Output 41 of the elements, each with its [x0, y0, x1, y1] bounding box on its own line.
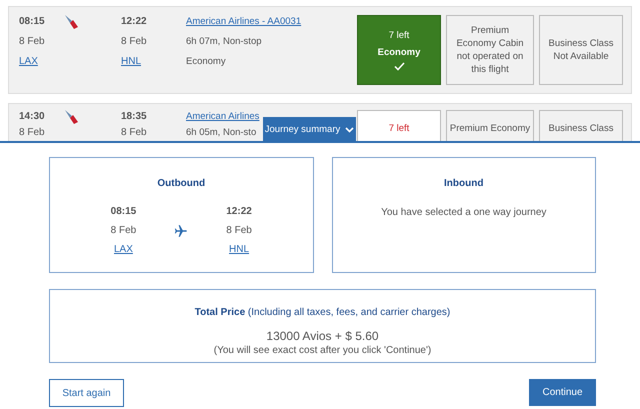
journey-summary-tab[interactable]: Journey summary: [263, 117, 356, 143]
departure-date: 8 Feb: [19, 126, 45, 139]
flight-link[interactable]: American Airlines: [186, 110, 260, 123]
departure-date: 8 Feb: [110, 224, 136, 237]
airport-link[interactable]: HNL: [229, 243, 250, 256]
unavailable-fare: Business Class Not Available: [539, 15, 623, 85]
price-amount: 13000 Avios + $ 5.60: [266, 329, 379, 343]
airport-link[interactable]: LAX: [19, 55, 38, 68]
check-icon: [394, 62, 404, 71]
continue-button[interactable]: Continue: [529, 379, 596, 406]
airport-link[interactable]: LAX: [114, 243, 133, 256]
flight-link[interactable]: American Airlines - AA0031: [186, 15, 302, 28]
flight-duration: 6h 05m, Non-sto: [186, 126, 256, 139]
arrival-time: 18:35: [121, 110, 147, 123]
unavailable-fare: Premium Economy Cabin not operated on this flight: [446, 15, 534, 85]
flight-duration: 6h 07m, Non-stop: [186, 35, 262, 48]
arrival-date: 8 Feb: [121, 35, 147, 48]
fare-option[interactable]: 7 left Economy: [357, 15, 441, 85]
seats-left-text: 7 left: [388, 29, 410, 42]
departure-time: 08:15: [19, 15, 45, 28]
arrival-time: 12:22: [226, 205, 252, 218]
departure-date: 8 Feb: [19, 35, 45, 48]
seats-left-text: 7 left: [388, 122, 410, 135]
start-again-button[interactable]: Start again: [49, 379, 124, 407]
airplane-icon: [174, 224, 188, 238]
arrival-date: 8 Feb: [121, 126, 147, 139]
inbound-message: You have selected a one way journey: [381, 206, 546, 220]
departure-time: 14:30: [19, 110, 45, 123]
card-title: Inbound: [444, 177, 484, 191]
fare-option[interactable]: 7 left: [357, 110, 441, 141]
cabin-text: Economy: [186, 55, 226, 68]
fare-label: Economy: [378, 46, 420, 59]
departure-time: 08:15: [110, 205, 136, 218]
card-title: Outbound: [157, 177, 206, 191]
airline-logo-icon: [65, 15, 78, 29]
airport-link[interactable]: HNL: [121, 55, 142, 68]
arrival-time: 12:22: [121, 15, 147, 28]
arrival-date: 8 Feb: [226, 224, 252, 237]
airline-logo-icon: [65, 110, 78, 124]
price-note: (You will see exact cost after you click 'Continue'): [214, 344, 432, 358]
total-price-heading: Total Price (Including all taxes, fees, and carrier charges): [194, 306, 450, 320]
